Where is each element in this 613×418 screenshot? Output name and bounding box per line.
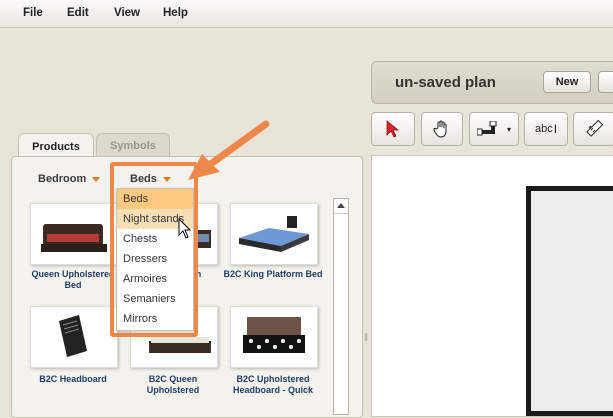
text-tool-button[interactable]: abc I (524, 112, 568, 146)
plan-title: un-saved plan (395, 74, 496, 91)
product-name[interactable]: B2C Upholstered Headboard - Quick (223, 374, 323, 396)
product-name[interactable]: B2C King Platform Bed (223, 269, 323, 280)
upholstered-headboard-icon (243, 317, 305, 353)
products-scrollbar[interactable] (333, 198, 349, 415)
menu-file[interactable]: File (23, 7, 43, 19)
scroll-up-icon[interactable] (334, 199, 348, 214)
menu-edit[interactable]: Edit (67, 7, 89, 19)
open-button[interactable] (598, 71, 613, 93)
product-name[interactable]: B2C Queen Upholstered (123, 374, 223, 396)
wall-tool-dropdown-icon[interactable]: ▾ (507, 125, 511, 134)
upholstered-bed-icon (41, 224, 107, 252)
text-tool-icon: abc (534, 123, 553, 135)
king-platform-bed-icon (239, 216, 309, 252)
category-filter-dropdown[interactable]: Beds (130, 173, 171, 185)
headboard-icon (59, 315, 87, 357)
category-filter-label: Beds (130, 173, 157, 185)
dropdown-item-dressers[interactable]: Dressers (117, 249, 193, 269)
text-cursor-icon: I (553, 122, 558, 136)
product-thumbnail[interactable] (230, 203, 318, 265)
floor-plan-room[interactable] (526, 186, 613, 416)
dropdown-item-mirrors[interactable]: Mirrors (117, 309, 193, 329)
select-tool-button[interactable] (371, 112, 415, 146)
menu-view[interactable]: View (114, 7, 140, 19)
product-thumbnail[interactable] (30, 306, 118, 368)
menu-bar: File Edit View Help (0, 0, 613, 28)
new-button[interactable]: New (543, 71, 591, 93)
dropdown-item-beds[interactable]: Beds (117, 189, 193, 209)
product-name[interactable]: B2C Headboard (23, 374, 123, 385)
dropdown-item-armoires[interactable]: Armoires (117, 269, 193, 289)
pan-tool-button[interactable] (421, 112, 463, 146)
chevron-down-icon (162, 176, 171, 182)
category-dropdown-menu: Beds Night stands Chests Dressers Armoir… (116, 188, 194, 331)
select-arrow-icon (386, 120, 400, 138)
product-name[interactable]: Queen Upholstered Bed (23, 269, 123, 291)
dropdown-item-night-stands[interactable]: Night stands (117, 209, 193, 229)
chevron-down-icon (92, 176, 101, 182)
dropdown-item-chests[interactable]: Chests (117, 229, 193, 249)
dropdown-item-semaniers[interactable]: Semaniers (117, 289, 193, 309)
tab-symbols[interactable]: Symbols (96, 133, 170, 158)
panel-splitter-handle[interactable]: ‖ (364, 333, 370, 347)
menu-help[interactable]: Help (163, 7, 188, 19)
room-filter-label: Bedroom (38, 173, 87, 185)
room-filter-dropdown[interactable]: Bedroom (38, 173, 101, 185)
ruler-tool-button[interactable] (573, 112, 613, 146)
ruler-icon (586, 119, 604, 137)
wall-tool-icon (476, 121, 497, 136)
product-thumbnail[interactable] (230, 306, 318, 368)
wall-tool-button[interactable]: ▾ (469, 112, 519, 146)
hand-pan-icon (433, 120, 447, 138)
product-thumbnail[interactable] (30, 203, 118, 265)
